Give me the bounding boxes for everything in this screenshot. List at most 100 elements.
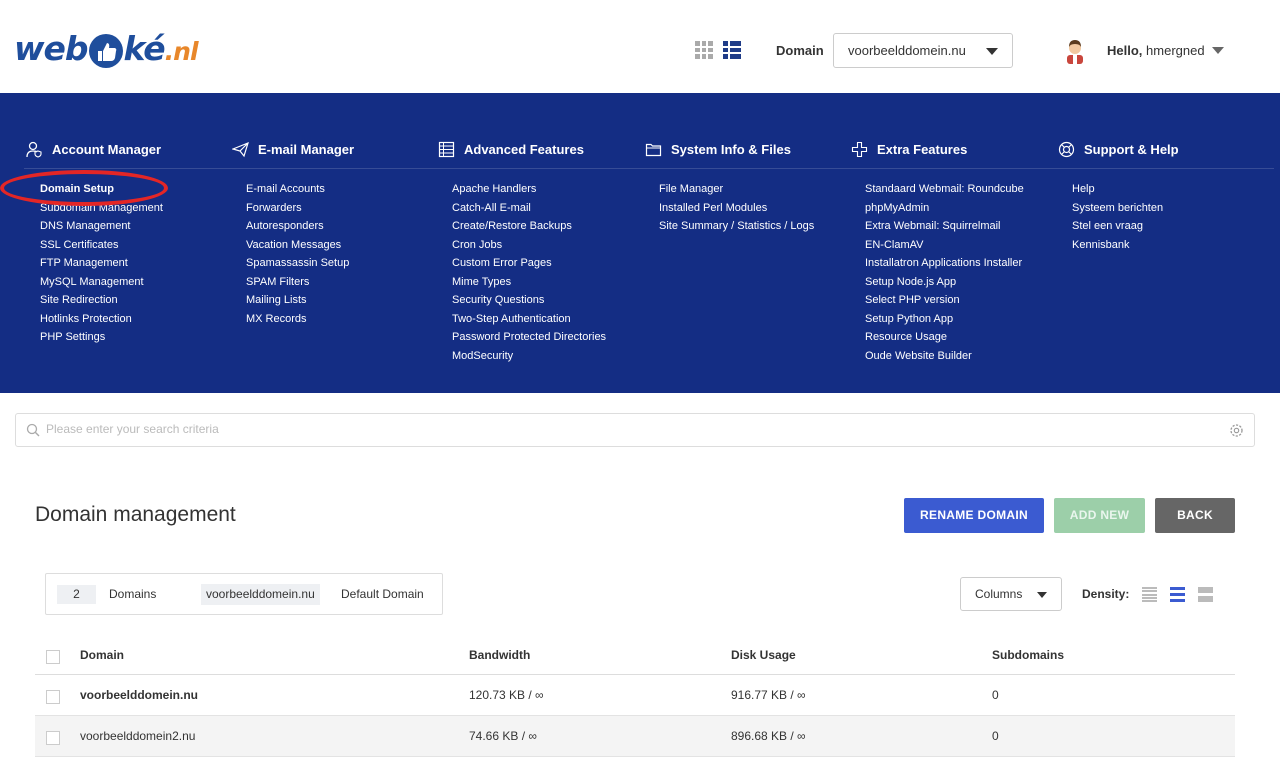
bandwidth-cell: 74.66 KB / ∞ [469,729,537,743]
nav-item-forwarders[interactable]: Forwarders [246,200,432,219]
user-menu-chevron-icon[interactable] [1212,47,1224,54]
nav-item-installatron[interactable]: Installatron Applications Installer [865,255,1051,274]
default-domain-badge: voorbeelddomein.nu [201,584,320,605]
select-all-checkbox[interactable] [46,650,60,664]
webreseller-logo[interactable]: web ké.nl [14,28,199,72]
nav-item-knowledge-base[interactable]: Kennisbank [1072,237,1258,256]
nav-item-resource-usage[interactable]: Resource Usage [865,329,1051,348]
nav-item-ssl-certificates[interactable]: SSL Certificates [40,237,226,256]
table-header-row: Domain Bandwidth Disk Usage Subdomains [35,635,1235,675]
nav-item-php-settings[interactable]: PHP Settings [40,329,226,348]
nav-item-mime-types[interactable]: Mime Types [452,274,638,293]
domains-table: Domain Bandwidth Disk Usage Subdomains v… [35,635,1235,757]
domain-select[interactable]: voorbeelddomein.nu [833,33,1013,68]
nav-item-spamassassin-setup[interactable]: Spamassassin Setup [246,255,432,274]
table-row[interactable]: voorbeelddomein2.nu 74.66 KB / ∞ 896.68 … [35,716,1235,757]
nav-item-security-questions[interactable]: Security Questions [452,292,638,311]
chevron-down-icon [986,48,998,55]
subdomains-cell: 0 [992,729,999,743]
search-input[interactable] [46,422,1226,436]
domain-count-badge: 2 [57,585,96,604]
rename-domain-button[interactable]: RENAME DOMAIN [904,498,1044,533]
domain-count-label: Domains [109,587,157,601]
thumbs-up-logo-icon [88,33,123,68]
columns-label: Columns [975,587,1023,601]
nav-item-ftp-management[interactable]: FTP Management [40,255,226,274]
nav-column-support-help: Support & Help Help Systeem berichten St… [1058,139,1258,255]
nav-item-mx-records[interactable]: MX Records [246,311,432,330]
column-header-domain[interactable]: Domain [80,648,124,662]
nav-item-dns-management[interactable]: DNS Management [40,218,226,237]
nav-column-advanced-features: Advanced Features Apache Handlers Catch-… [438,139,638,366]
nav-item-password-protected-dirs[interactable]: Password Protected Directories [452,329,638,348]
nav-item-modsecurity[interactable]: ModSecurity [452,348,638,367]
nav-item-perl-modules[interactable]: Installed Perl Modules [659,200,845,219]
nav-item-python-app[interactable]: Setup Python App [865,311,1051,330]
nav-item-cron-jobs[interactable]: Cron Jobs [452,237,638,256]
nav-item-mailing-lists[interactable]: Mailing Lists [246,292,432,311]
subdomains-cell: 0 [992,688,999,702]
nav-item-clamav[interactable]: EN-ClamAV [865,237,1051,256]
grid-view-icon[interactable] [695,41,713,59]
nav-item-site-summary[interactable]: Site Summary / Statistics / Logs [659,218,845,237]
nav-item-autoresponders[interactable]: Autoresponders [246,218,432,237]
top-header: web ké.nl Domain voorbeelddomein.nu Hello… [0,0,1280,93]
density-compact-icon[interactable] [1142,587,1157,602]
plus-icon [851,141,868,157]
domain-cell[interactable]: voorbeelddomein.nu [80,688,198,702]
nav-item-phpmyadmin[interactable]: phpMyAdmin [865,200,1051,219]
domain-cell[interactable]: voorbeelddomein2.nu [80,729,195,743]
density-normal-icon[interactable] [1170,587,1185,602]
table-row[interactable]: voorbeelddomein.nu 120.73 KB / ∞ 916.77 … [35,675,1235,716]
nav-item-email-accounts[interactable]: E-mail Accounts [246,181,432,200]
gear-icon[interactable] [1229,423,1244,438]
density-comfortable-icon[interactable] [1198,587,1213,602]
nav-item-squirrelmail[interactable]: Extra Webmail: Squirrelmail [865,218,1051,237]
nav-heading-account-manager: Account Manager [26,139,226,159]
nav-item-hotlinks-protection[interactable]: Hotlinks Protection [40,311,226,330]
nav-heading-email-manager: E-mail Manager [232,139,432,159]
user-greeting[interactable]: Hello, hmergned [1107,43,1205,58]
lifebuoy-icon [1058,141,1075,157]
nav-item-backups[interactable]: Create/Restore Backups [452,218,638,237]
column-header-disk-usage[interactable]: Disk Usage [731,648,796,662]
row-checkbox[interactable] [46,731,60,745]
nav-item-apache-handlers[interactable]: Apache Handlers [452,181,638,200]
density-label: Density: [1082,587,1130,601]
nav-item-vacation-messages[interactable]: Vacation Messages [246,237,432,256]
nav-item-nodejs-app[interactable]: Setup Node.js App [865,274,1051,293]
disk-usage-cell: 896.68 KB / ∞ [731,729,806,743]
search-icon [26,423,40,437]
domain-select-value: voorbeelddomein.nu [848,43,966,58]
nav-column-system-info: System Info & Files File Manager Install… [645,139,845,237]
list-view-icon[interactable] [723,41,741,59]
nav-item-catch-all-email[interactable]: Catch-All E-mail [452,200,638,219]
back-button[interactable]: BACK [1155,498,1235,533]
nav-column-extra-features: Extra Features Standaard Webmail: Roundc… [851,139,1051,366]
nav-item-ask-question[interactable]: Stel een vraag [1072,218,1258,237]
user-shield-icon [26,141,42,158]
row-checkbox[interactable] [46,690,60,704]
domain-summary-box: 2 Domains voorbeelddomein.nu Default Dom… [45,573,443,615]
nav-item-php-version[interactable]: Select PHP version [865,292,1051,311]
column-header-subdomains[interactable]: Subdomains [992,648,1064,662]
nav-item-spam-filters[interactable]: SPAM Filters [246,274,432,293]
folder-icon [645,143,662,156]
nav-item-custom-error-pages[interactable]: Custom Error Pages [452,255,638,274]
bandwidth-cell: 120.73 KB / ∞ [469,688,544,702]
nav-item-two-step-auth[interactable]: Two-Step Authentication [452,311,638,330]
column-header-bandwidth[interactable]: Bandwidth [469,648,530,662]
nav-heading-system-info: System Info & Files [645,139,845,159]
nav-item-help[interactable]: Help [1072,181,1258,200]
chevron-down-icon [1037,592,1047,598]
nav-item-roundcube[interactable]: Standaard Webmail: Roundcube [865,181,1051,200]
nav-item-website-builder[interactable]: Oude Website Builder [865,348,1051,367]
user-avatar-icon[interactable] [1063,38,1087,64]
nav-item-mysql-management[interactable]: MySQL Management [40,274,226,293]
columns-dropdown[interactable]: Columns [960,577,1062,611]
nav-item-file-manager[interactable]: File Manager [659,181,845,200]
nav-item-system-messages[interactable]: Systeem berichten [1072,200,1258,219]
nav-item-site-redirection[interactable]: Site Redirection [40,292,226,311]
add-new-button[interactable]: ADD NEW [1054,498,1145,533]
annotation-circle [0,170,168,206]
